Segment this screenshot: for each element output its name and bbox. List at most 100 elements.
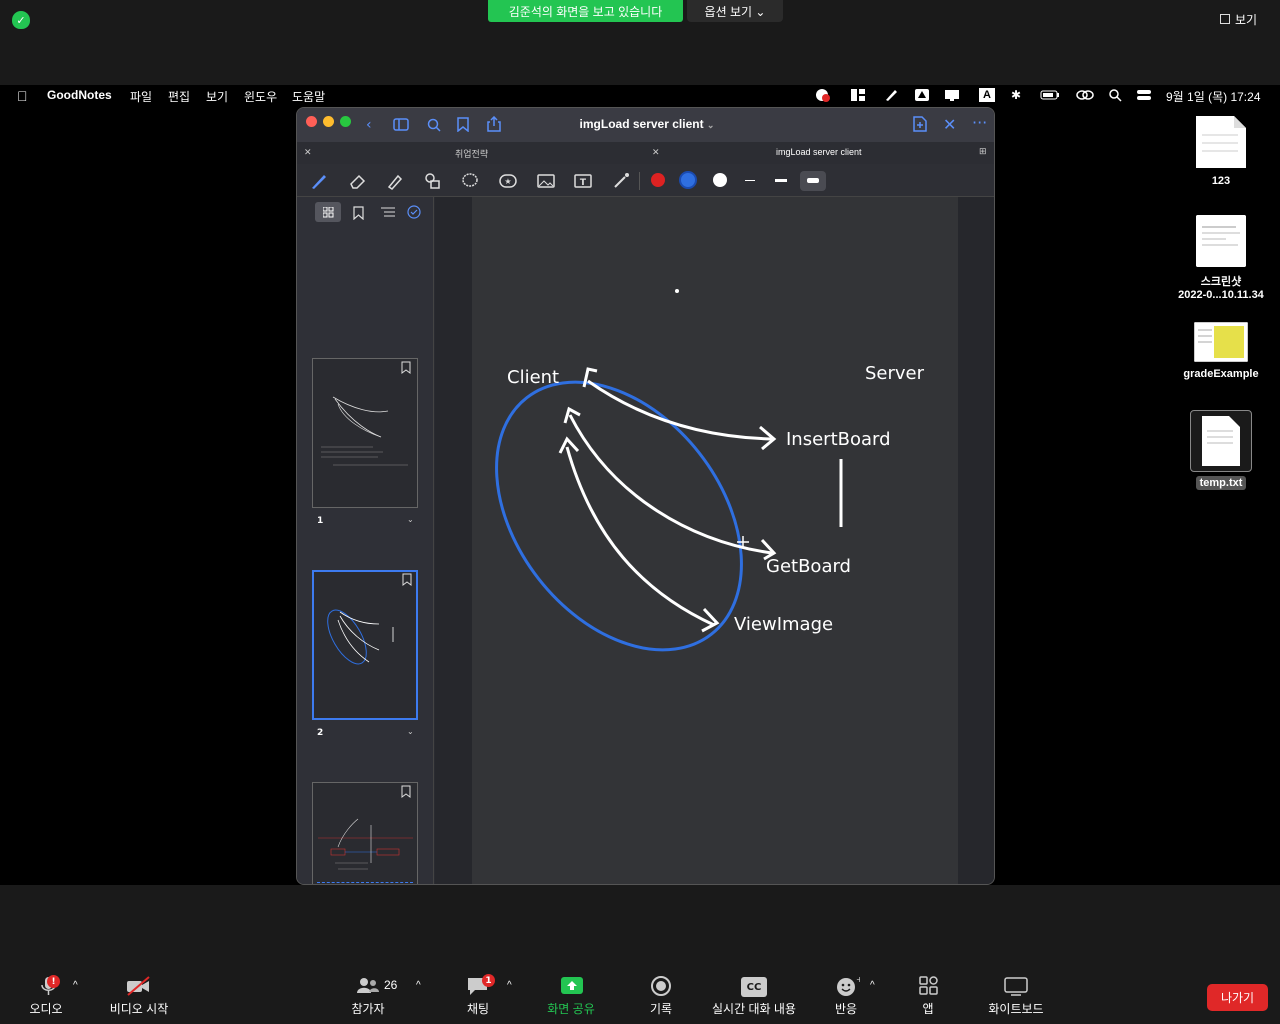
- reactions-icon[interactable]: +: [834, 975, 860, 997]
- menu-edit[interactable]: 편집: [168, 88, 190, 105]
- share-button-label[interactable]: 화면 공유: [543, 1000, 599, 1017]
- highlighter-tool-icon[interactable]: [385, 171, 405, 191]
- thin-stroke-option[interactable]: [745, 180, 755, 181]
- bookmark-icon[interactable]: [401, 361, 411, 374]
- menu-view[interactable]: 보기: [206, 88, 228, 105]
- participants-icon[interactable]: [355, 975, 381, 997]
- participants-options-chevron-icon[interactable]: ^: [416, 980, 421, 991]
- desktop-file-screenshot[interactable]: 스크린샷 2022-0...10.11.34: [1171, 215, 1271, 301]
- chat-button-label[interactable]: 채팅: [462, 1000, 494, 1017]
- close-tab-icon[interactable]: ✕: [652, 147, 660, 158]
- share-screen-icon[interactable]: [559, 975, 585, 997]
- thick-stroke-option[interactable]: [800, 171, 826, 191]
- reactions-button-label[interactable]: 반응: [830, 1000, 862, 1017]
- lasso-tool-icon[interactable]: [460, 171, 480, 191]
- participants-button-label[interactable]: 참가자: [350, 1000, 386, 1017]
- security-shield-icon[interactable]: ✓: [12, 11, 30, 29]
- share-icon[interactable]: [487, 116, 501, 132]
- record-icon[interactable]: [648, 975, 674, 997]
- add-page-icon[interactable]: [913, 116, 927, 132]
- menu-window[interactable]: 윈도우: [244, 88, 277, 105]
- apps-icon[interactable]: [915, 975, 941, 997]
- layout-icon[interactable]: [850, 88, 866, 102]
- page-preview: [327, 609, 394, 665]
- tab-label-active[interactable]: imgLoad server client: [776, 147, 862, 157]
- bookmark-icon[interactable]: [457, 117, 469, 132]
- close-document-icon[interactable]: ✕: [943, 115, 956, 134]
- back-icon[interactable]: ‹: [366, 117, 372, 133]
- video-button-label[interactable]: 비디오 시작: [106, 1000, 172, 1017]
- drive-icon[interactable]: [914, 88, 930, 102]
- select-pages-icon[interactable]: [407, 205, 421, 219]
- link-icon[interactable]: [1076, 88, 1094, 102]
- ink-dot: [675, 289, 679, 293]
- screen-record-icon[interactable]: [815, 88, 831, 102]
- close-tab-icon[interactable]: ✕: [304, 147, 312, 158]
- page-number: 1: [317, 516, 324, 526]
- view-options-button[interactable]: 옵션 보기 ⌄: [687, 0, 783, 22]
- menu-help[interactable]: 도움말: [292, 88, 325, 105]
- bookmark-icon[interactable]: [353, 206, 364, 220]
- bluetooth-icon[interactable]: ✱: [1011, 88, 1021, 102]
- captions-button-label[interactable]: 실시간 대화 내용: [704, 1000, 804, 1017]
- reactions-options-chevron-icon[interactable]: ^: [870, 980, 875, 991]
- zoom-window-button[interactable]: [340, 116, 351, 127]
- captions-icon[interactable]: CC: [741, 977, 767, 997]
- close-window-button[interactable]: [306, 116, 317, 127]
- color-blue-swatch[interactable]: [679, 171, 697, 189]
- text-tool-icon[interactable]: T: [573, 171, 593, 191]
- tab-overview-icon[interactable]: ⊞: [979, 146, 987, 157]
- label-viewimage: ViewImage: [734, 614, 833, 635]
- display-icon[interactable]: [944, 88, 960, 102]
- note-page[interactable]: Client Server InsertBoard GetBoard ViewI…: [472, 197, 958, 884]
- color-red-swatch[interactable]: [651, 173, 665, 187]
- grid-icon: [323, 207, 334, 218]
- desktop-file-temp[interactable]: temp.txt: [1171, 410, 1271, 490]
- eraser-tool-icon[interactable]: [347, 171, 367, 191]
- search-icon[interactable]: [427, 118, 441, 132]
- chevron-down-icon: ⌄: [706, 120, 715, 130]
- desktop-file-gradeexample[interactable]: gradeExample: [1171, 322, 1271, 380]
- leave-meeting-button[interactable]: 나가기: [1207, 984, 1268, 1011]
- audio-button-label[interactable]: 오디오: [28, 1000, 64, 1017]
- record-button-label[interactable]: 기록: [645, 1000, 677, 1017]
- chat-options-chevron-icon[interactable]: ^: [507, 980, 512, 991]
- spotlight-search-icon[interactable]: [1108, 88, 1124, 102]
- page-thumbnail[interactable]: [312, 358, 418, 508]
- menu-file[interactable]: 파일: [130, 88, 152, 105]
- page-thumbnail[interactable]: [312, 782, 418, 884]
- image-tool-icon[interactable]: [536, 171, 556, 191]
- medium-stroke-option[interactable]: [775, 179, 787, 182]
- clock[interactable]: 9월 1일 (목) 17:24: [1166, 88, 1261, 105]
- bookmark-icon[interactable]: [401, 785, 411, 798]
- desktop-file-123[interactable]: 123: [1171, 115, 1271, 187]
- apps-button-label[interactable]: 앱: [912, 1000, 944, 1017]
- chevron-down-icon[interactable]: ⌄: [407, 515, 414, 524]
- control-center-icon[interactable]: [1136, 88, 1152, 102]
- participants-count: 26: [384, 978, 398, 992]
- view-button[interactable]: 보기: [1220, 8, 1272, 30]
- app-name[interactable]: GoodNotes: [47, 88, 112, 102]
- input-source-icon[interactable]: A: [979, 88, 995, 102]
- more-options-icon[interactable]: ···: [972, 113, 987, 132]
- pen-icon[interactable]: [883, 88, 899, 102]
- page-thumbnail-selected[interactable]: [312, 570, 418, 720]
- outline-list-icon[interactable]: [381, 207, 395, 218]
- minimize-window-button[interactable]: [323, 116, 334, 127]
- shape-tool-icon[interactable]: [422, 171, 442, 191]
- bookmark-icon[interactable]: [402, 573, 412, 586]
- elements-tool-icon[interactable]: ★: [498, 171, 518, 191]
- pen-tool-icon[interactable]: [309, 171, 329, 191]
- video-off-icon[interactable]: [125, 975, 151, 997]
- laser-pointer-icon[interactable]: [611, 171, 631, 191]
- whiteboard-button-label[interactable]: 화이트보드: [982, 1000, 1050, 1017]
- color-white-swatch[interactable]: [713, 173, 727, 187]
- document-title[interactable]: imgLoad server client ⌄: [547, 117, 747, 131]
- chevron-down-icon[interactable]: ⌄: [407, 727, 414, 736]
- sidebar-toggle-icon[interactable]: [393, 118, 411, 131]
- whiteboard-icon[interactable]: [1003, 975, 1029, 997]
- apple-icon[interactable]: : [17, 88, 28, 104]
- battery-icon[interactable]: [1040, 88, 1060, 102]
- audio-options-chevron-icon[interactable]: ^: [73, 980, 78, 991]
- tab-label[interactable]: 취업전략: [455, 147, 488, 160]
